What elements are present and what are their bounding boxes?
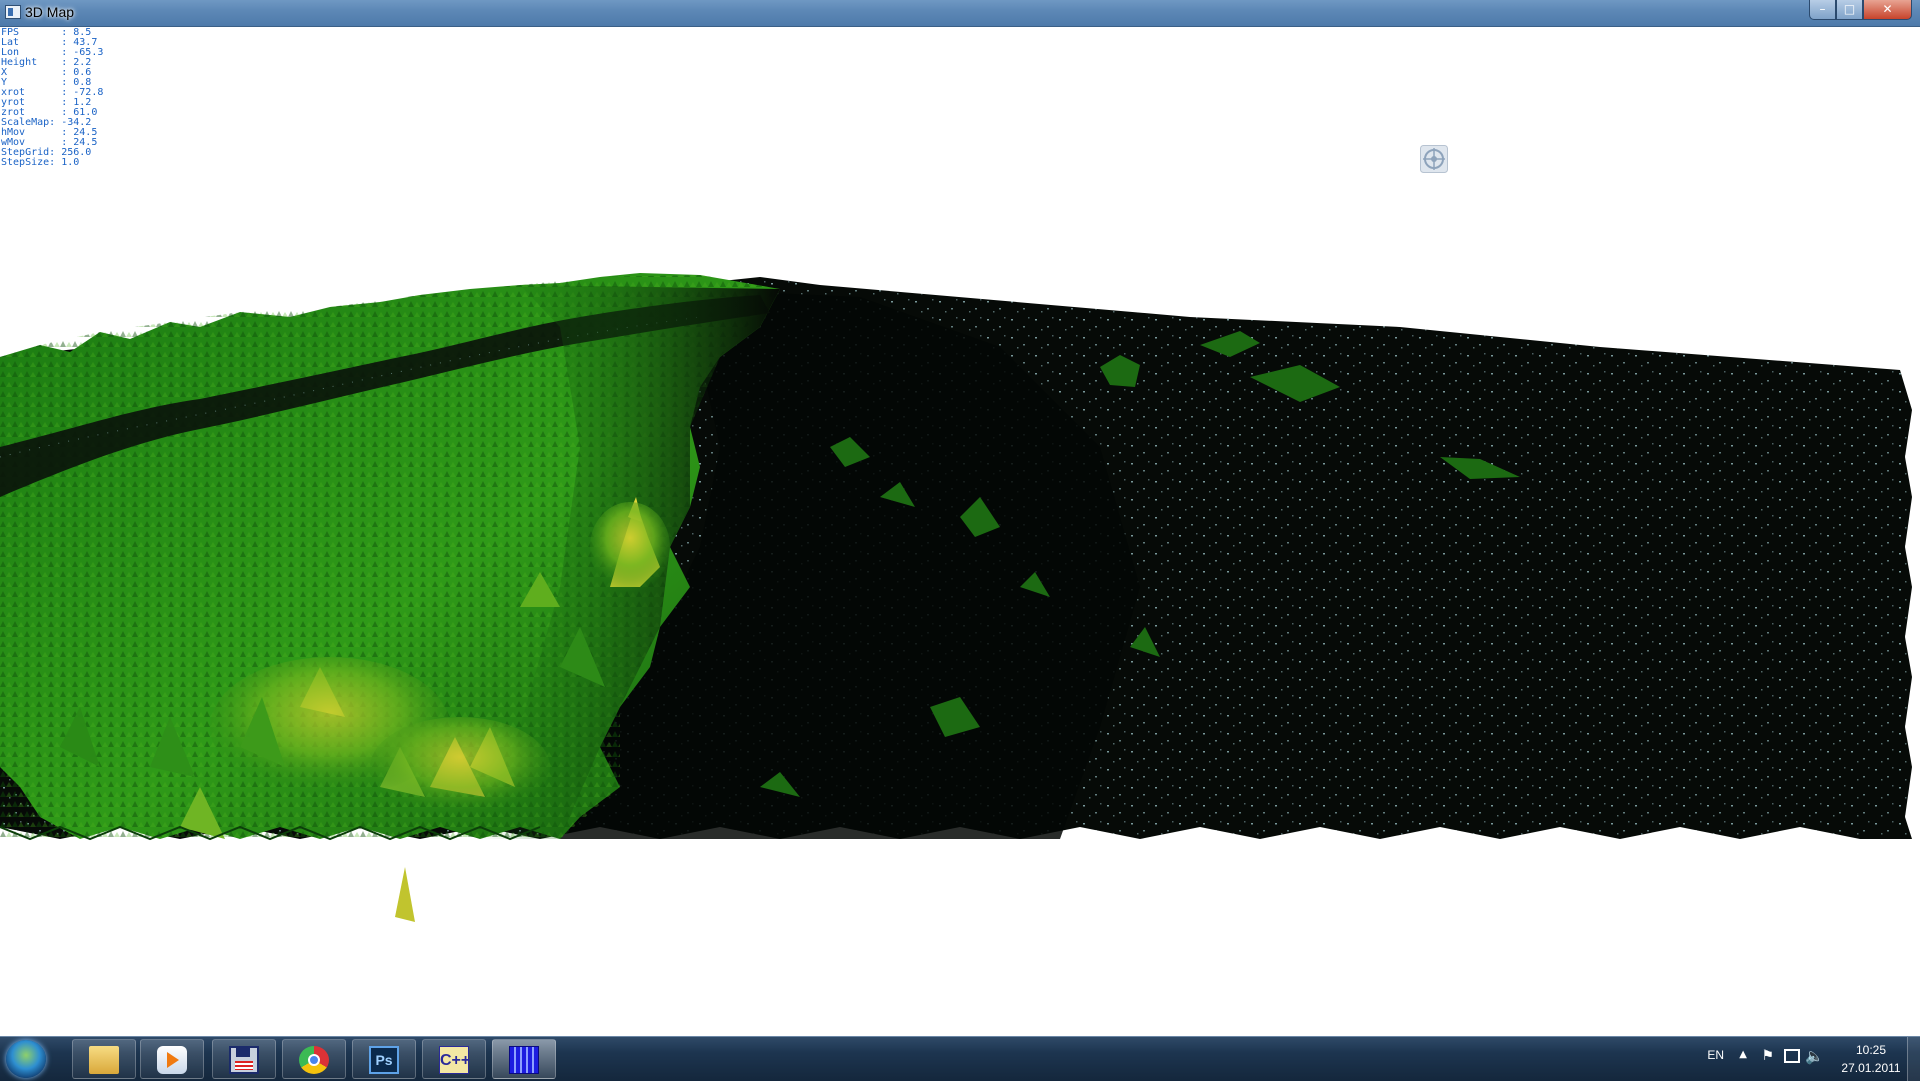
show-hidden-icons-icon[interactable]: ▲ [1739, 1049, 1747, 1060]
show-desktop-button[interactable] [1907, 1037, 1920, 1081]
language-indicator[interactable]: EN [1707, 1048, 1724, 1062]
taskbar-app-cpp-builder[interactable]: C++ [422, 1039, 486, 1079]
caption-buttons: – □ ✕ [1809, 0, 1912, 20]
taskbar-app-save[interactable] [212, 1039, 276, 1079]
window-title: 3D Map [25, 4, 75, 20]
maximize-button[interactable]: □ [1836, 0, 1863, 20]
terrain-render[interactable] [0, 27, 1920, 1036]
window-title-bar[interactable]: 3D Map – □ ✕ [0, 0, 1920, 27]
volume-icon[interactable]: 🔈 [1805, 1047, 1824, 1065]
folder-icon [89, 1046, 119, 1074]
photoshop-icon: Ps [369, 1046, 399, 1074]
media-player-icon [157, 1046, 187, 1074]
close-button[interactable]: ✕ [1863, 0, 1912, 20]
hud-row-stepsize: StepSize: 1.0 [1, 157, 80, 168]
action-center-flag-icon[interactable]: ⚑ [1761, 1048, 1774, 1064]
taskbar-app-photoshop[interactable]: Ps [352, 1039, 416, 1079]
start-button[interactable] [6, 1040, 46, 1078]
map-viewport[interactable]: FPS : 8.5 Lat : 43.7 Lon : -65.3 Height … [0, 27, 1920, 1036]
taskbar: Ps C++ EN ▲ ⚑ 🔈 10:25 27.01.2011 [0, 1036, 1920, 1081]
app-window-icon[interactable] [5, 5, 21, 19]
grid-app-icon [509, 1046, 539, 1074]
compass-icon[interactable] [1420, 145, 1448, 173]
cpp-builder-icon: C++ [439, 1046, 470, 1074]
telemetry-hud: FPS : 8.5 Lat : 43.7 Lon : -65.3 Height … [1, 28, 103, 168]
system-tray: EN ▲ ⚑ 🔈 10:25 27.01.2011 [1660, 1037, 1920, 1081]
taskbar-app-3d-map[interactable] [492, 1039, 556, 1079]
network-icon[interactable] [1784, 1049, 1800, 1063]
clock-date: 27.01.2011 [1841, 1061, 1901, 1075]
clock-time: 10:25 [1855, 1043, 1887, 1057]
taskbar-app-explorer[interactable] [72, 1039, 136, 1079]
minimize-button[interactable]: – [1809, 0, 1836, 20]
save-disk-icon [229, 1046, 259, 1074]
taskbar-app-chrome[interactable] [282, 1039, 346, 1079]
system-clock[interactable]: 10:25 27.01.2011 [1839, 1041, 1903, 1077]
chrome-icon [299, 1046, 329, 1074]
taskbar-app-media-player[interactable] [140, 1039, 204, 1079]
